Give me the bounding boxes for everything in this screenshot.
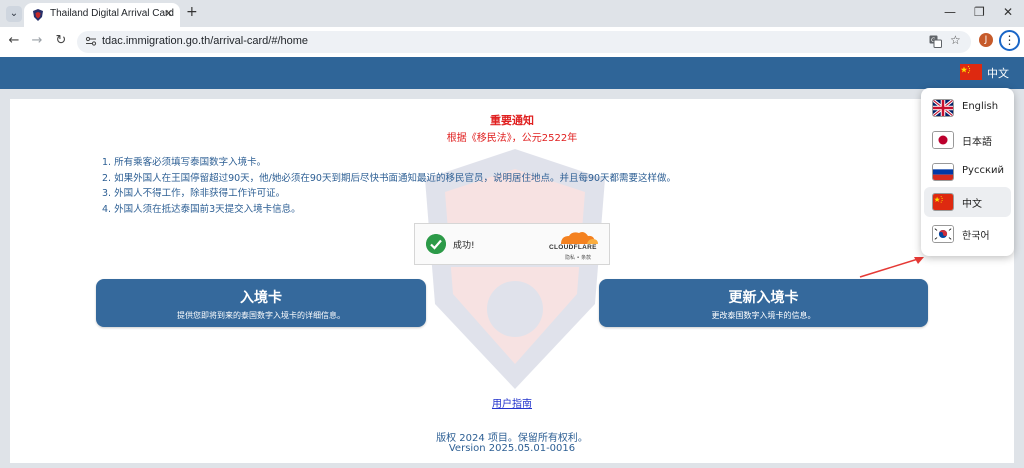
kr-flag-icon — [932, 225, 954, 243]
language-option-russian[interactable]: Русский — [924, 157, 1011, 187]
minimize-icon[interactable]: — — [944, 5, 956, 19]
update-card-button-title: 更新入境卡 — [728, 290, 799, 306]
language-option-label: 한국어 — [962, 231, 990, 242]
language-option-label: English — [962, 101, 999, 112]
current-language-label: 中文 — [987, 67, 1009, 80]
main-card: 重要通知 根据《移民法》，公元2522年 1. 所有乘客必须填写泰国数字入境卡。… — [10, 99, 1014, 463]
jp-flag-icon — [932, 131, 954, 149]
update-arrival-card-button[interactable]: 更新入境卡 更改泰国数字入境卡的信息。 — [599, 279, 928, 327]
language-option-label: Русский — [962, 165, 1004, 176]
version-text: Version 2025.05.01-0016 — [448, 443, 576, 454]
forward-icon[interactable]: → — [28, 33, 46, 48]
rule-item: 2. 如果外国人在王国停留超过90天，他/她必须在90天到期后尽快书面通知最近的… — [102, 172, 677, 184]
cloudflare-brand: CLOUDFLARE — [549, 244, 597, 251]
tab-close-icon[interactable]: ✕ — [164, 7, 173, 20]
translate-icon[interactable]: G — [929, 35, 942, 48]
restore-icon[interactable]: ❐ — [974, 5, 985, 19]
language-option-japanese[interactable]: 日本語 — [924, 125, 1011, 155]
notice-subtitle: 根据《移民法》，公元2522年 — [446, 133, 578, 144]
annotation-arrow-icon — [859, 257, 924, 278]
rule-item: 3. 外国人不得工作，除非获得工作许可证。 — [102, 188, 286, 200]
browser-toolbar: ← → ↻ tdac.immigration.go.th/arrival-car… — [0, 27, 1024, 57]
new-tab-icon[interactable]: + — [186, 4, 198, 20]
tab-title: Thailand Digital Arrival Card — [50, 8, 174, 19]
page: 中文 重要通知 根据《移民法》，公元2522年 1. 所有乘客必须填写泰国数字入… — [0, 57, 1024, 468]
site-header: 中文 — [0, 57, 1024, 89]
copyright-text: 版权 2024 项目。保留所有权利。 — [436, 433, 588, 444]
captcha-status: 成功! — [453, 241, 475, 251]
cloudflare-captcha-widget[interactable]: 成功! CLOUDFLARE 隐私 • 条款 — [414, 223, 610, 265]
arrival-card-button-title: 入境卡 — [240, 290, 282, 306]
rules-list: 1. 所有乘客必须填写泰国数字入境卡。 2. 如果外国人在王国停留超过90天，他… — [102, 155, 822, 217]
reload-icon[interactable]: ↻ — [52, 33, 70, 48]
captcha-privacy-terms-link[interactable]: 隐私 • 条款 — [565, 254, 591, 261]
arrival-card-button[interactable]: 入境卡 提供您即将到来的泰国数字入境卡的详细信息。 — [96, 279, 426, 327]
language-option-english[interactable]: English — [924, 93, 1011, 123]
cloudflare-cloud-icon — [561, 232, 598, 244]
site-info-icon[interactable] — [85, 35, 97, 47]
arrival-card-button-subtitle: 提供您即将到来的泰国数字入境卡的详细信息。 — [177, 311, 345, 320]
language-option-chinese[interactable]: 中文 — [924, 187, 1011, 217]
browser-tab-strip: ⌄ Thailand Digital Arrival Card ✕ + — ❐ … — [0, 0, 1024, 27]
cn-flag-icon — [960, 64, 982, 80]
language-option-label: 日本語 — [962, 137, 992, 148]
ru-flag-icon — [932, 163, 954, 181]
update-card-button-subtitle: 更改泰国数字入境卡的信息。 — [711, 311, 816, 320]
window-close-icon[interactable]: ✕ — [1003, 5, 1013, 19]
shield-favicon-icon — [33, 9, 43, 21]
language-dropdown-menu: English 日本語 Русский 中文 한국어 — [921, 88, 1014, 256]
bookmark-star-icon[interactable]: ☆ — [950, 33, 961, 47]
browser-menu-icon[interactable]: ⋮ — [999, 30, 1020, 51]
address-bar[interactable]: tdac.immigration.go.th/arrival-card/#/ho… — [77, 31, 971, 53]
profile-avatar[interactable]: J — [979, 33, 993, 47]
language-option-label: 中文 — [962, 199, 982, 210]
success-check-icon — [426, 234, 446, 254]
rule-item: 1. 所有乘客必须填写泰国数字入境卡。 — [102, 157, 267, 168]
browser-tab[interactable]: Thailand Digital Arrival Card ✕ — [24, 3, 180, 27]
cn-flag-icon — [932, 193, 954, 211]
gb-flag-icon — [932, 99, 954, 117]
url-text: tdac.immigration.go.th/arrival-card/#/ho… — [102, 35, 309, 47]
notice-title: 重要通知 — [490, 114, 534, 127]
language-option-korean[interactable]: 한국어 — [924, 219, 1011, 249]
rule-item: 4. 外国人须在抵达泰国前3天提交入境卡信息。 — [102, 203, 301, 215]
back-icon[interactable]: ← — [5, 33, 23, 48]
user-guide-link[interactable]: 用户指南 — [10, 395, 1014, 410]
tab-search-chevron-icon[interactable]: ⌄ — [6, 6, 22, 22]
